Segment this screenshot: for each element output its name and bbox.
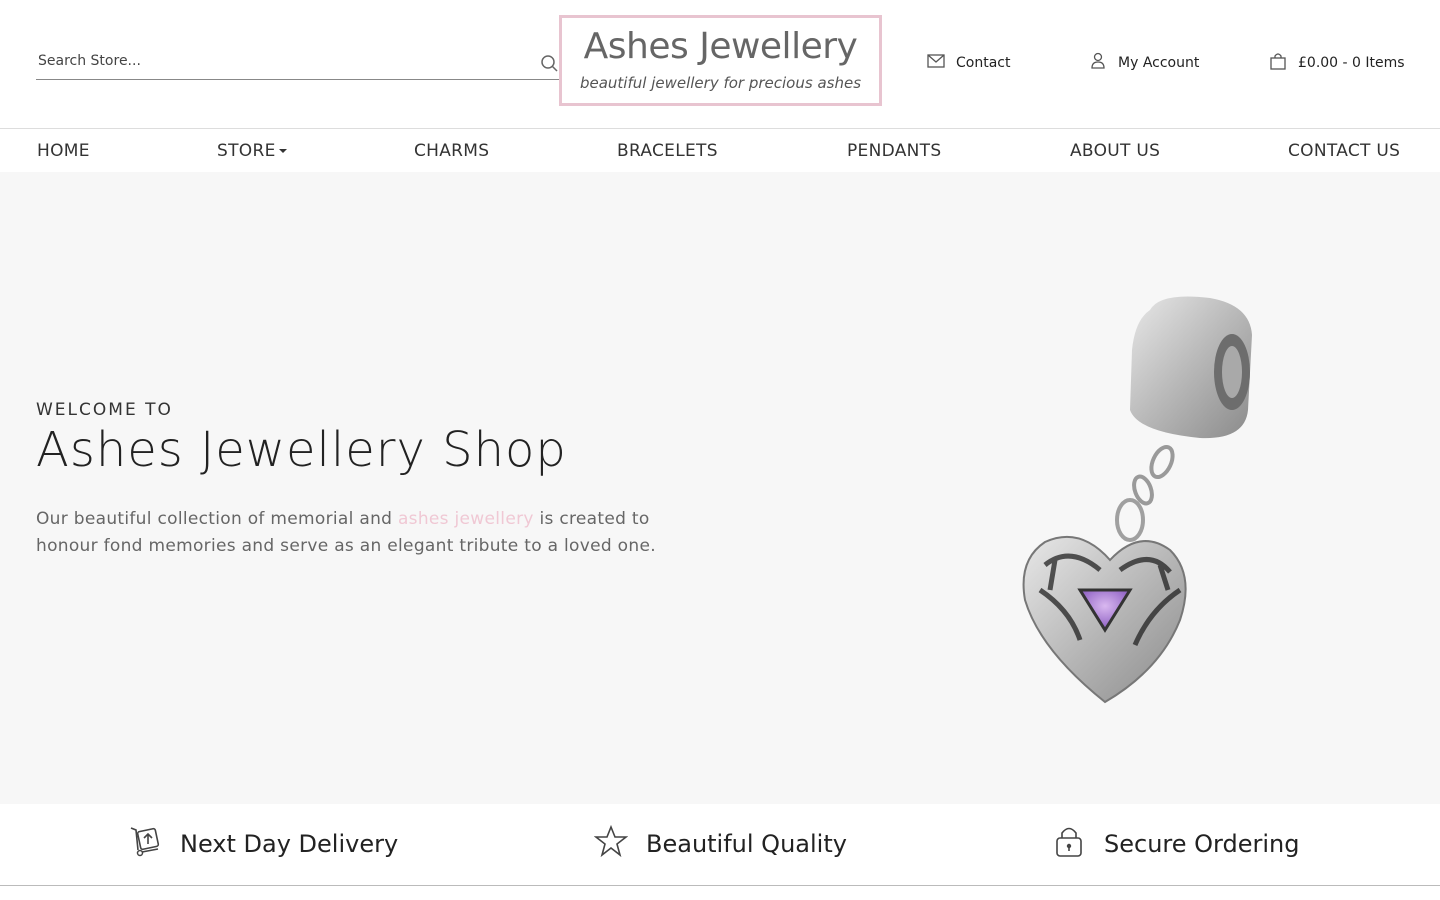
logo-title: Ashes Jewellery — [583, 26, 858, 67]
envelope-icon — [926, 51, 946, 75]
search-input[interactable] — [38, 50, 528, 72]
feature-beautiful-quality: Beautiful Quality — [593, 824, 847, 864]
feature-next-day-delivery: Next Day Delivery — [128, 824, 398, 864]
header-account-label: My Account — [1118, 55, 1200, 71]
hero-kicker: WELCOME TO — [36, 400, 173, 420]
nav-item-bracelets[interactable]: BRACELETS — [617, 141, 718, 161]
header-contact-link[interactable]: Contact — [926, 50, 1010, 76]
nav-item-charms[interactable]: CHARMS — [414, 141, 489, 161]
header-cart-link[interactable]: £0.00 - 0 Items — [1268, 50, 1405, 76]
nav-item-about-us[interactable]: ABOUT US — [1070, 141, 1160, 161]
delivery-icon — [128, 824, 162, 864]
chevron-down-icon — [278, 149, 287, 153]
features-bar: Next Day Delivery Beautiful Quality Secu… — [0, 804, 1440, 886]
hero-desc-text-1: Our beautiful collection of memorial and — [36, 509, 398, 529]
nav-item-store[interactable]: STORE — [217, 141, 287, 161]
header-contact-label: Contact — [956, 55, 1011, 71]
header-cart-label: £0.00 - 0 Items — [1298, 55, 1405, 71]
feature-label: Next Day Delivery — [180, 830, 399, 858]
star-icon — [593, 824, 629, 864]
search-bar — [36, 44, 560, 80]
logo-subtitle: beautiful jewellery for precious ashes — [579, 74, 862, 92]
feature-secure-ordering: Secure Ordering — [1052, 824, 1299, 864]
header-account-link[interactable]: My Account — [1088, 50, 1199, 76]
nav-item-store-label: STORE — [217, 141, 276, 161]
hero-banner: WELCOME TO Ashes Jewellery Shop Our beau… — [0, 172, 1440, 804]
lock-icon — [1052, 824, 1086, 864]
shopping-bag-icon — [1268, 51, 1288, 75]
feature-label: Beautiful Quality — [646, 830, 847, 858]
site-logo[interactable]: Ashes Jewellery beautiful jewellery for … — [559, 15, 882, 106]
heart-charm-image — [1010, 290, 1270, 710]
hero-title: Ashes Jewellery Shop — [36, 422, 567, 478]
nav-item-pendants[interactable]: PENDANTS — [847, 141, 941, 161]
user-icon — [1088, 51, 1108, 75]
nav-item-home[interactable]: HOME — [37, 141, 90, 161]
nav-item-contact-us[interactable]: CONTACT US — [1288, 141, 1400, 161]
main-nav: HOME STORE CHARMS BRACELETS PENDANTS ABO… — [0, 128, 1440, 172]
hero-desc-link[interactable]: ashes jewellery — [398, 509, 534, 529]
search-icon[interactable] — [540, 54, 560, 74]
feature-label: Secure Ordering — [1104, 830, 1300, 858]
hero-description: Our beautiful collection of memorial and… — [36, 506, 716, 560]
site-header: Ashes Jewellery beautiful jewellery for … — [0, 0, 1440, 128]
